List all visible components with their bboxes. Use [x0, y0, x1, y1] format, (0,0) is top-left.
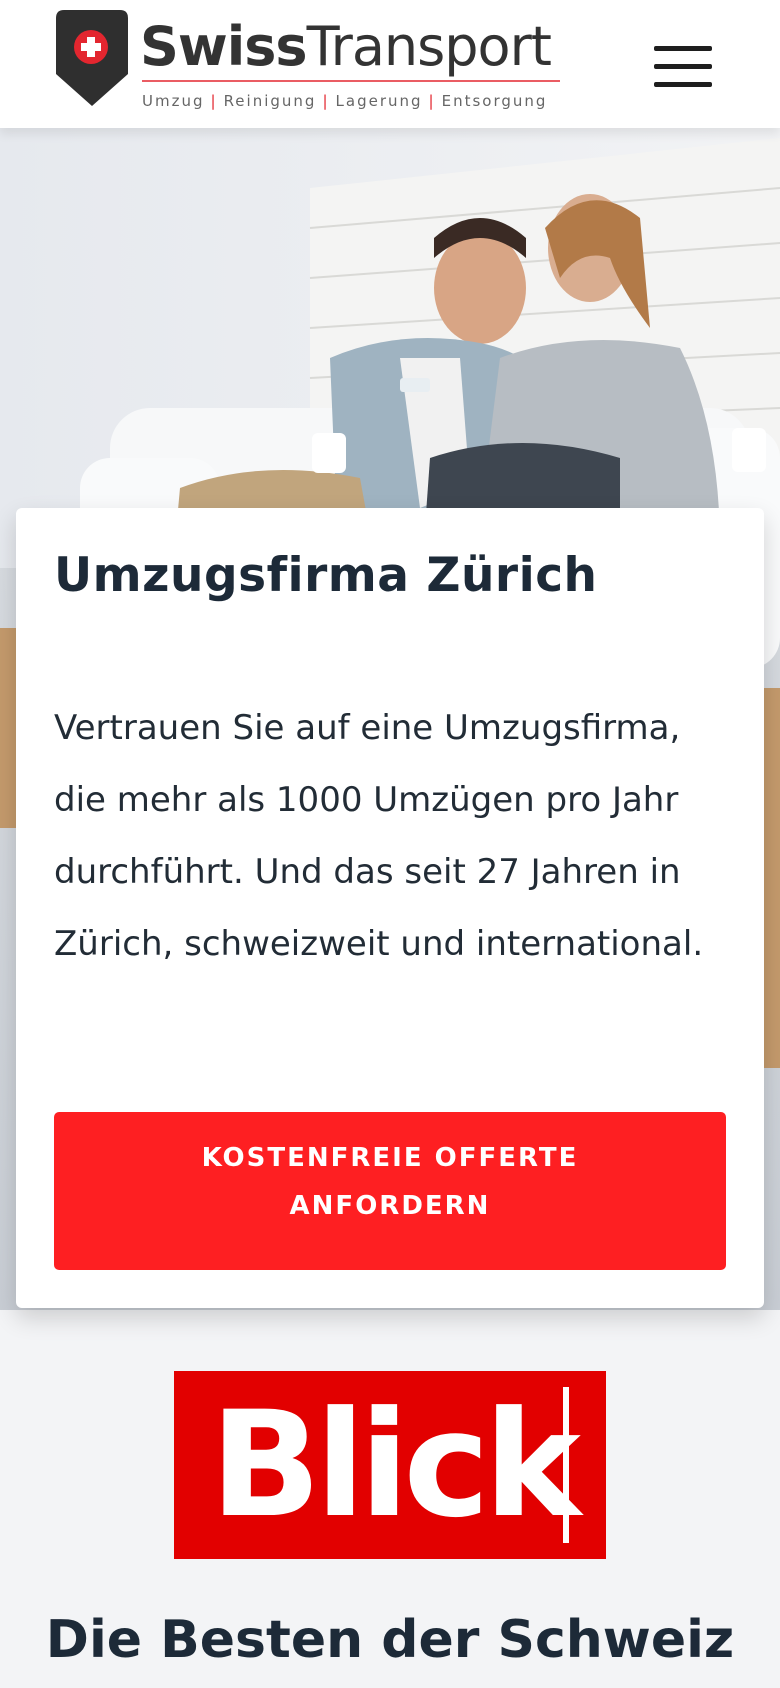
brand-name-bold: Swiss: [140, 15, 308, 78]
section-heading: Die Besten der Schweiz: [45, 1610, 735, 1670]
blick-logo: Blick: [174, 1371, 606, 1559]
hero-description: Vertrauen Sie auf eine Umzugsfirma, die …: [54, 708, 704, 964]
brand-name: SwissTransport: [140, 15, 552, 78]
tagline-item: Reinigung: [223, 92, 317, 110]
tagline-item: Entsorgung: [441, 92, 548, 110]
brand-name-light: Transport: [306, 15, 552, 78]
hero-card: Umzugsfirma Zürich Vertrauen Sie auf ein…: [16, 508, 764, 1308]
shield-swiss-cross-icon: [56, 10, 128, 106]
blick-logo-bar: [563, 1387, 569, 1543]
request-offer-button[interactable]: KOSTENFREIE OFFERTE ANFORDERN: [54, 1112, 726, 1270]
tagline-separator: |: [428, 92, 436, 110]
tagline-item: Lagerung: [335, 92, 423, 110]
hamburger-menu-icon[interactable]: [650, 44, 714, 92]
site-header: SwissTransport Umzug | Reinigung | Lagerung |…: [0, 0, 780, 128]
page-title: Umzugsfirma Zürich: [54, 548, 598, 603]
tagline-separator: |: [210, 92, 218, 110]
tagline-item: Umzug: [142, 92, 205, 110]
site-logo[interactable]: SwissTransport Umzug | Reinigung | Lagerung |…: [56, 10, 566, 115]
press-section: Blick Die Besten der Schweiz: [0, 1310, 780, 1688]
blick-logo-text: Blick: [210, 1380, 581, 1550]
brand-tagline: Umzug | Reinigung | Lagerung | Entsorgung: [142, 92, 547, 110]
brand-divider: [142, 80, 560, 82]
tagline-separator: |: [322, 92, 330, 110]
